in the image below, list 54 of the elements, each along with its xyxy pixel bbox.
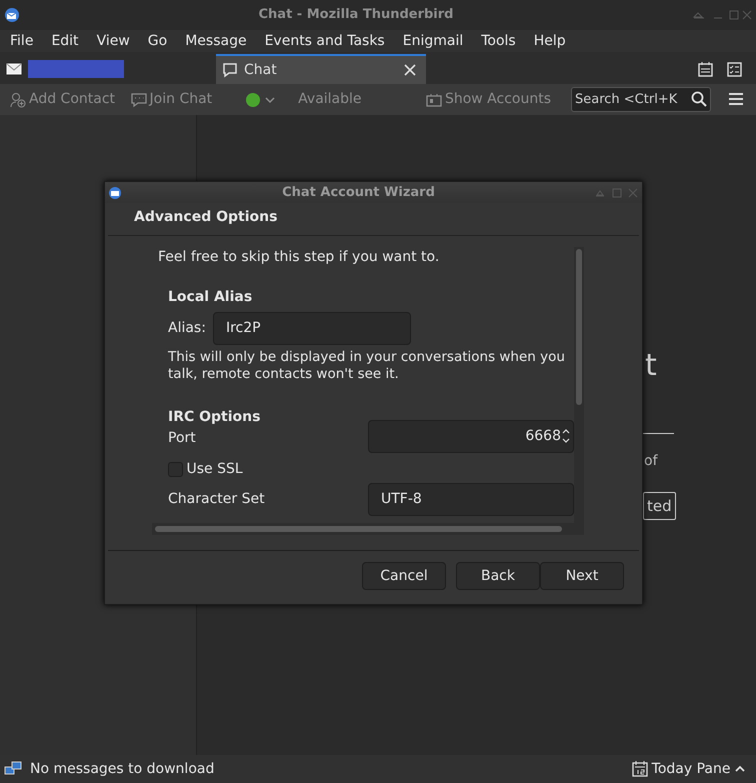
menu-item[interactable]: Message <box>176 30 256 52</box>
search-field[interactable]: Search <Ctrl+K <box>571 87 711 112</box>
field-label: Port <box>168 428 196 448</box>
window-controls-icon <box>692 10 752 20</box>
ssl-checkbox[interactable]: Use SSL <box>168 458 574 480</box>
dialog-title: Chat Account Wizard <box>281 184 436 202</box>
window-title: Chat - Mozilla Thunderbird <box>258 6 454 24</box>
chat-bubble-icon <box>222 62 238 78</box>
network-icon <box>4 761 22 777</box>
spin-arrows-icon[interactable] <box>561 427 571 445</box>
group-heading: Local Alias <box>168 288 254 307</box>
status-label: Available <box>298 90 362 109</box>
group-heading: IRC Options <box>168 408 262 426</box>
thunderbird-logo-icon <box>4 7 20 23</box>
intro-text: Feel free to skip this step if you want to. <box>158 248 440 267</box>
calendar-icon[interactable] <box>698 62 713 76</box>
menu-item[interactable]: Help <box>524 30 575 52</box>
vertical-scrollbar[interactable] <box>574 247 584 523</box>
add-person-icon <box>10 92 26 108</box>
menu-icon[interactable] <box>729 93 743 106</box>
wizard-button[interactable]: Next <box>540 562 624 590</box>
wizard-button[interactable]: Cancel <box>362 562 446 590</box>
help-text: This will only be displayed in your conversations when you talk, remote contacts won't see it. <box>168 348 566 382</box>
thunderbird-logo-icon <box>108 186 122 200</box>
field-label: Character Set <box>168 490 265 509</box>
chat-bubble-icon <box>130 92 147 108</box>
alias-field[interactable]: Irc2P <box>212 312 411 344</box>
status-message: No messages to download <box>30 760 214 778</box>
close-icon[interactable] <box>404 64 416 76</box>
menu-item[interactable]: View <box>88 30 139 52</box>
window-controls-icon <box>595 188 639 198</box>
task-list-icon[interactable] <box>727 62 742 76</box>
port-spin-field[interactable]: 6668 <box>368 420 574 452</box>
wizard-button[interactable]: Back <box>456 562 540 590</box>
menu-item[interactable]: File <box>1 30 42 52</box>
menu-item[interactable]: Go <box>138 30 176 52</box>
horizontal-scrollbar[interactable] <box>152 523 584 535</box>
menu-item[interactable]: Tools <box>472 30 525 52</box>
available-dot-icon <box>245 92 262 108</box>
menu-item[interactable]: Edit <box>42 30 88 52</box>
calendar-icon <box>632 761 648 777</box>
charset-field[interactable]: UTF-8 <box>368 483 574 516</box>
menu-item[interactable]: Enigmail <box>394 30 472 52</box>
heading-text: t <box>645 351 657 381</box>
today-pane-button[interactable]: Today Pane <box>626 758 752 780</box>
accounts-icon <box>426 92 442 106</box>
description-text: of <box>644 452 658 471</box>
envelope-icon <box>6 63 22 75</box>
field-label: Alias: <box>168 318 206 338</box>
get-started-button[interactable]: ted <box>643 492 676 520</box>
section-heading: Advanced Options <box>134 209 278 225</box>
search-icon <box>691 91 707 107</box>
chat-tab[interactable]: Chat <box>216 54 426 84</box>
menu-item[interactable]: Events and Tasks <box>256 30 394 52</box>
